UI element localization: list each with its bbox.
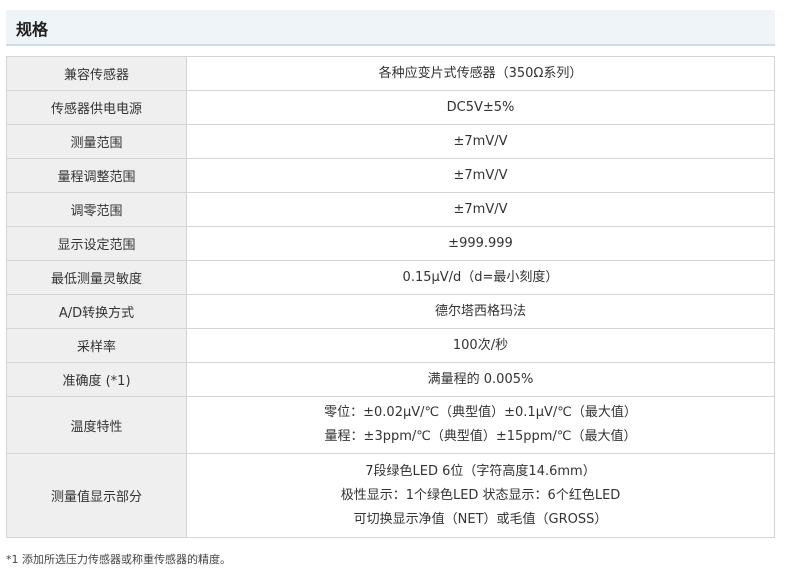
row-label: 采样率 [6,328,187,363]
table-row: 测量值显示部分 7段绿色LED 6位（字符高度14.6mm） 极性显示：1个绿色… [6,453,775,538]
row-value: 7段绿色LED 6位（字符高度14.6mm） 极性显示：1个绿色LED 状态显示… [186,453,775,538]
section-header: 规格 [6,10,775,46]
value-line: ±999.999 [448,235,513,251]
table-row: 准确度 (*1) 满量程的 0.005% [6,362,775,397]
row-value: 满量程的 0.005% [186,362,775,397]
row-label: 量程调整范围 [6,158,187,193]
value-line: 0.15μV/d（d=最小刻度） [402,269,559,285]
row-value: ±7mV/V [186,124,775,159]
row-label: 测量范围 [6,124,187,159]
value-line: 量程：±3ppm/℃（典型值）±15ppm/℃（最大值） [324,429,637,444]
row-value: 0.15μV/d（d=最小刻度） [186,260,775,295]
value-line: DC5V±5% [446,99,515,115]
table-row: 量程调整范围 ±7mV/V [6,158,775,193]
table-row: 测量范围 ±7mV/V [6,124,775,159]
footnote: *1 添加所选压力传感器或称重传感器的精度。 [6,553,231,566]
table-row: 温度特性 零位：±0.02μV/℃（典型值）±0.1μV/℃（最大值） 量程：±… [6,396,775,454]
value-line: 零位：±0.02μV/℃（典型值）±0.1μV/℃（最大值） [324,405,637,420]
row-label: 温度特性 [6,396,187,454]
value-line: 各种应变片式传感器（350Ω系列） [378,65,583,81]
row-label: 显示设定范围 [6,226,187,261]
table-row: 兼容传感器 各种应变片式传感器（350Ω系列） [6,56,775,91]
table-row: 最低测量灵敏度 0.15μV/d（d=最小刻度） [6,260,775,295]
value-line: ±7mV/V [453,201,508,217]
section-title: 规格 [16,20,49,39]
value-line: 100次/秒 [452,337,509,353]
table-row: 传感器供电电源 DC5V±5% [6,90,775,125]
value-line: 极性显示：1个绿色LED 状态显示：6个红色LED [340,487,621,503]
row-label: 调零范围 [6,192,187,227]
row-label: 兼容传感器 [6,56,187,91]
value-line: ±7mV/V [453,133,508,149]
value-line: ±7mV/V [453,167,508,183]
row-value: 零位：±0.02μV/℃（典型值）±0.1μV/℃（最大值） 量程：±3ppm/… [186,396,775,454]
row-value: 各种应变片式传感器（350Ω系列） [186,56,775,91]
row-value: ±7mV/V [186,192,775,227]
row-label: 最低测量灵敏度 [6,260,187,295]
row-value: 100次/秒 [186,328,775,363]
table-row: A/D转换方式 德尔塔西格玛法 [6,294,775,329]
table-row: 调零范围 ±7mV/V [6,192,775,227]
row-value: DC5V±5% [186,90,775,125]
spec-table: 兼容传感器 各种应变片式传感器（350Ω系列） 传感器供电电源 DC5V±5% … [6,56,775,538]
table-row: 采样率 100次/秒 [6,328,775,363]
row-label: A/D转换方式 [6,294,187,329]
row-value: ±7mV/V [186,158,775,193]
value-line: 7段绿色LED 6位（字符高度14.6mm） [365,463,596,479]
row-label: 测量值显示部分 [6,453,187,538]
row-label: 准确度 (*1) [6,362,187,397]
row-label: 传感器供电电源 [6,90,187,125]
value-line: 可切换显示净值（NET）或毛值（GROSS） [353,511,608,527]
value-line: 满量程的 0.005% [427,371,534,387]
row-value: ±999.999 [186,226,775,261]
value-line: 德尔塔西格玛法 [434,303,526,319]
table-row: 显示设定范围 ±999.999 [6,226,775,261]
row-value: 德尔塔西格玛法 [186,294,775,329]
